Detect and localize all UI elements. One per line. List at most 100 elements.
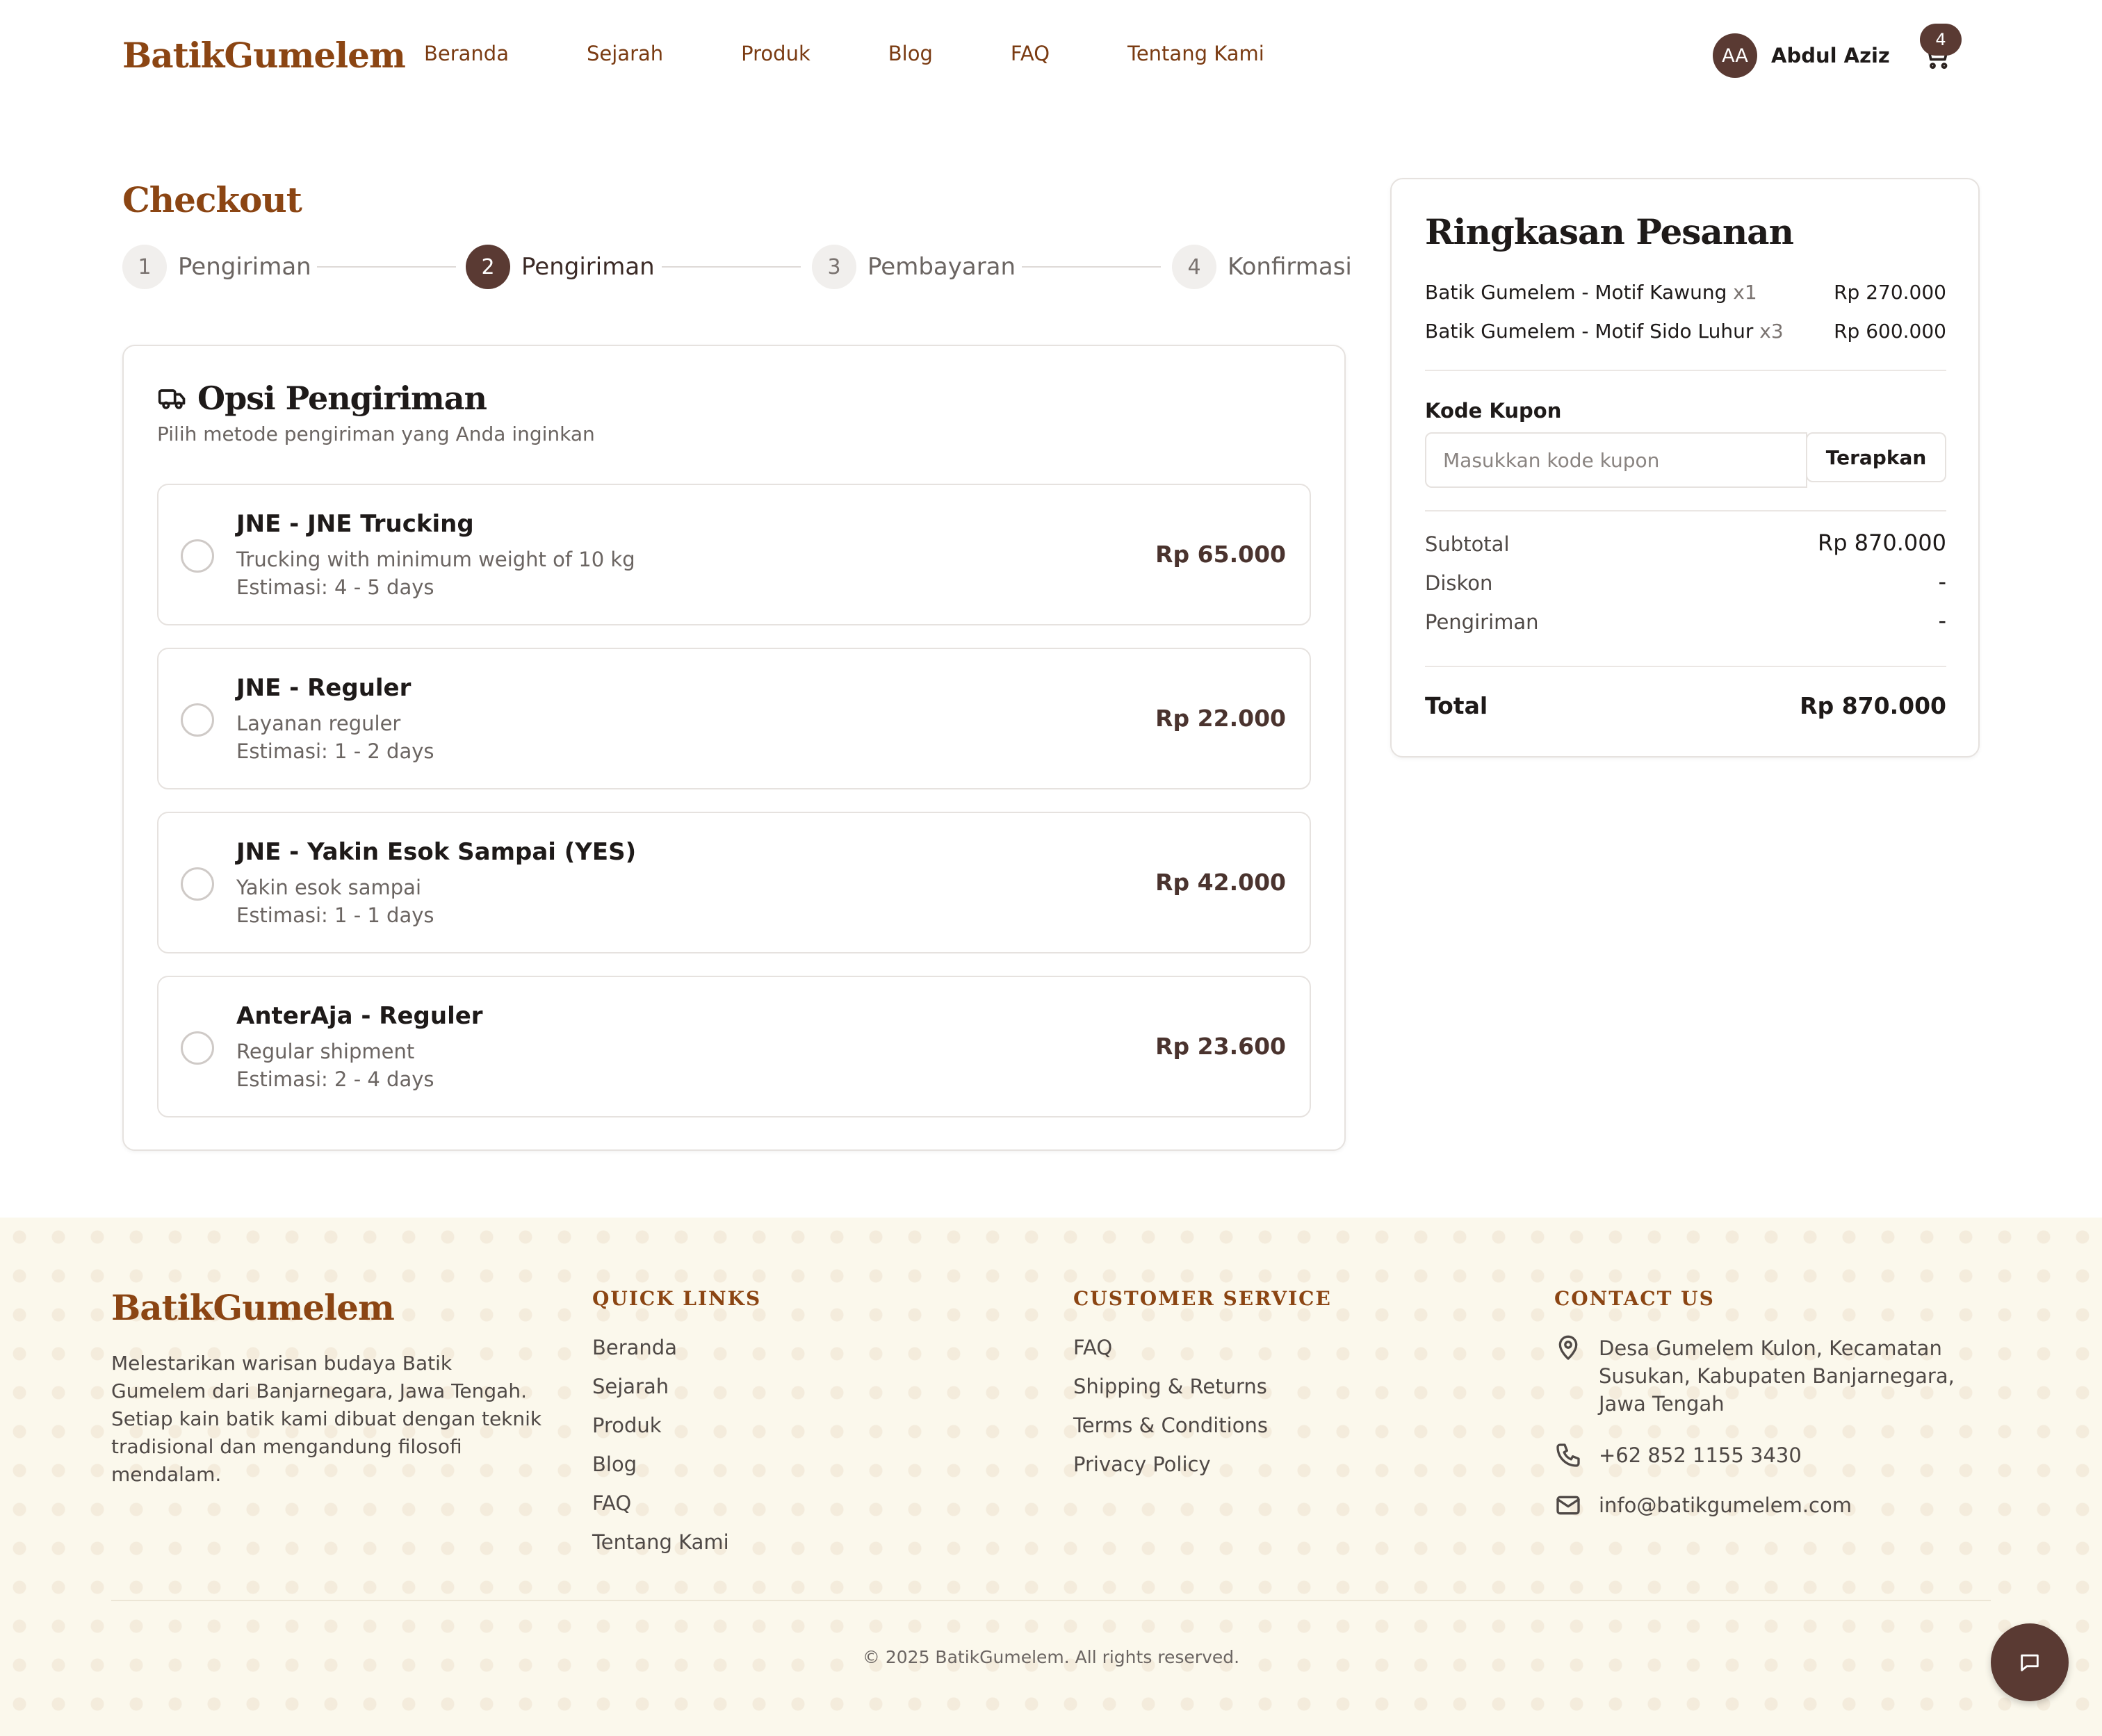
- item-price: Rp 270.000: [1834, 281, 1946, 304]
- step-connector: [662, 266, 801, 268]
- shipping-option[interactable]: JNE - JNE Trucking Trucking with minimum…: [157, 484, 1311, 625]
- shipping-cost-value: -: [1938, 607, 1946, 634]
- shipping-cost-label: Pengiriman: [1425, 610, 1539, 634]
- step-connector: [1022, 266, 1161, 268]
- footer-link-tentang-kami[interactable]: Tentang Kami: [592, 1523, 761, 1562]
- item-name: Batik Gumelem - Motif Kawung: [1425, 281, 1727, 304]
- chat-button[interactable]: [1991, 1623, 2069, 1701]
- shipping-option[interactable]: JNE - Reguler Layanan reguler Estimasi: …: [157, 648, 1311, 789]
- contact-heading: CONTACT US: [1554, 1287, 1715, 1310]
- divider: [1425, 666, 1946, 667]
- nav-sejarah[interactable]: Sejarah: [587, 42, 663, 65]
- shipping-title: Opsi Pengiriman: [197, 379, 487, 417]
- footer-divider: [111, 1600, 1991, 1601]
- main-nav: Beranda Sejarah Produk Blog FAQ Tentang …: [424, 42, 1264, 65]
- step-3: 3 Pembayaran: [812, 245, 1016, 289]
- nav-tentang-kami[interactable]: Tentang Kami: [1127, 42, 1264, 65]
- avatar: AA: [1713, 33, 1757, 78]
- option-radio[interactable]: [181, 1031, 214, 1065]
- option-estimate: Estimasi: 1 - 1 days: [236, 903, 434, 927]
- step-number: 1: [122, 245, 167, 289]
- brand-logo[interactable]: BatikGumelem: [122, 35, 406, 76]
- option-name: JNE - Yakin Esok Sampai (YES): [236, 838, 637, 866]
- item-name: Batik Gumelem - Motif Sido Luhur: [1425, 320, 1754, 343]
- step-label: Pengiriman: [521, 253, 655, 281]
- option-radio[interactable]: [181, 703, 214, 737]
- summary-item: Batik Gumelem - Motif Kawung x1 Rp 270.0…: [1425, 281, 1946, 304]
- nav-blog[interactable]: Blog: [888, 42, 933, 65]
- total-row: Total Rp 870.000: [1425, 692, 1946, 719]
- step-1: 1 Pengiriman: [122, 245, 311, 289]
- step-connector: [317, 266, 456, 268]
- nav-produk[interactable]: Produk: [741, 42, 810, 65]
- footer-link-blog[interactable]: Blog: [592, 1445, 761, 1484]
- discount-value: -: [1938, 568, 1946, 595]
- item-qty: x1: [1733, 281, 1757, 304]
- option-description: Regular shipment: [236, 1040, 415, 1063]
- footer-link-privacy[interactable]: Privacy Policy: [1073, 1445, 1332, 1484]
- option-description: Trucking with minimum weight of 10 kg: [236, 548, 635, 571]
- site-header: BatikGumelem Beranda Sejarah Produk Blog…: [0, 0, 2102, 111]
- option-estimate: Estimasi: 1 - 2 days: [236, 739, 434, 763]
- option-estimate: Estimasi: 4 - 5 days: [236, 575, 434, 599]
- customer-service-heading: CUSTOMER SERVICE: [1073, 1287, 1332, 1310]
- footer-link-produk[interactable]: Produk: [592, 1406, 761, 1445]
- option-radio[interactable]: [181, 867, 214, 901]
- shipping-header: Opsi Pengiriman: [157, 379, 487, 417]
- nav-faq[interactable]: FAQ: [1011, 42, 1050, 65]
- shipping-option[interactable]: JNE - Yakin Esok Sampai (YES) Yakin esok…: [157, 812, 1311, 953]
- option-price: Rp 42.000: [1155, 869, 1286, 896]
- option-price: Rp 22.000: [1155, 705, 1286, 732]
- item-price: Rp 600.000: [1834, 320, 1946, 343]
- option-description: Layanan reguler: [236, 712, 401, 735]
- cart-count-badge: 4: [1920, 24, 1962, 56]
- footer-link-terms[interactable]: Terms & Conditions: [1073, 1406, 1332, 1445]
- summary-item: Batik Gumelem - Motif Sido Luhur x3 Rp 6…: [1425, 320, 1946, 343]
- page-title: Checkout: [122, 179, 302, 220]
- apply-coupon-button[interactable]: Terapkan: [1806, 432, 1946, 482]
- step-2: 2 Pengiriman: [466, 245, 655, 289]
- user-name: Abdul Aziz: [1771, 44, 1890, 67]
- map-pin-icon: [1558, 1335, 1578, 1360]
- footer-logo: BatikGumelem: [111, 1287, 395, 1328]
- item-qty: x3: [1759, 320, 1784, 343]
- step-number: 3: [812, 245, 856, 289]
- phone-text[interactable]: +62 852 1155 3430: [1599, 1441, 1960, 1469]
- discount-row: Diskon -: [1425, 568, 1946, 595]
- subtotal-row: Subtotal Rp 870.000: [1425, 530, 1946, 556]
- shipping-options-card: Opsi Pengiriman Pilih metode pengiriman …: [122, 345, 1346, 1151]
- footer-link-faq[interactable]: FAQ: [592, 1484, 761, 1523]
- phone-icon: [1556, 1443, 1580, 1467]
- option-name: JNE - Reguler: [236, 674, 412, 702]
- summary-title: Ringkasan Pesanan: [1425, 211, 1794, 252]
- total-value: Rp 870.000: [1800, 692, 1946, 719]
- option-name: AnterAja - Reguler: [236, 1002, 483, 1030]
- divider: [1425, 510, 1946, 511]
- option-radio[interactable]: [181, 539, 214, 573]
- nav-beranda[interactable]: Beranda: [424, 42, 509, 65]
- footer-link-faq[interactable]: FAQ: [1073, 1328, 1332, 1367]
- chat-icon: [2021, 1654, 2039, 1671]
- shipping-cost-row: Pengiriman -: [1425, 607, 1946, 634]
- step-label: Pembayaran: [867, 253, 1016, 281]
- coupon-input[interactable]: [1425, 432, 1807, 488]
- step-number: 2: [466, 245, 510, 289]
- copyright: © 2025 BatikGumelem. All rights reserved…: [862, 1647, 1240, 1667]
- divider: [1425, 370, 1946, 371]
- coupon-label: Kode Kupon: [1425, 399, 1562, 423]
- footer-link-shipping-returns[interactable]: Shipping & Returns: [1073, 1367, 1332, 1406]
- option-price: Rp 23.600: [1155, 1033, 1286, 1060]
- total-label: Total: [1425, 692, 1488, 719]
- option-estimate: Estimasi: 2 - 4 days: [236, 1067, 434, 1091]
- footer-link-beranda[interactable]: Beranda: [592, 1328, 761, 1367]
- user-menu[interactable]: AA Abdul Aziz: [1713, 33, 1890, 78]
- quick-links-column: QUICK LINKS Beranda Sejarah Produk Blog …: [592, 1287, 761, 1562]
- option-name: JNE - JNE Trucking: [236, 510, 474, 538]
- option-price: Rp 65.000: [1155, 541, 1286, 568]
- footer-link-sejarah[interactable]: Sejarah: [592, 1367, 761, 1406]
- quick-links-heading: QUICK LINKS: [592, 1287, 762, 1310]
- address-text: Desa Gumelem Kulon, Kecamatan Susukan, K…: [1599, 1336, 1955, 1416]
- footer-description: Melestarikan warisan budaya Batik Gumele…: [111, 1352, 542, 1486]
- shipping-option[interactable]: AnterAja - Reguler Regular shipment Esti…: [157, 976, 1311, 1117]
- email-text[interactable]: info@batikgumelem.com: [1599, 1491, 1960, 1519]
